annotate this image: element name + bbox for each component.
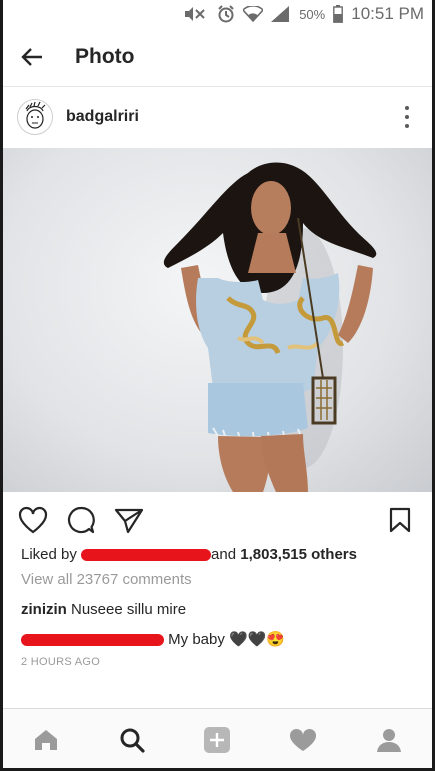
comment-username[interactable]: zinizin [21, 601, 67, 618]
battery-percent: 50% [299, 6, 326, 22]
redacted-username [21, 634, 164, 647]
share-button[interactable] [113, 504, 145, 536]
person-icon [377, 729, 402, 752]
likes-prefix: Liked by [21, 546, 77, 563]
tab-add[interactable] [197, 720, 237, 760]
mute-icon [183, 6, 209, 22]
person-photo [163, 162, 377, 492]
comment-text: My baby [168, 631, 225, 648]
send-icon [114, 508, 144, 534]
save-button[interactable] [384, 504, 416, 536]
tab-profile[interactable] [369, 720, 409, 760]
post-header: badgalriri [3, 88, 432, 146]
likes-line: Liked by and 1,803,515 others [21, 546, 422, 563]
plus-square-icon [204, 727, 231, 753]
bottom-tab-bar [3, 708, 432, 771]
tab-search[interactable] [112, 720, 152, 760]
heart-icon [290, 728, 317, 751]
likes-count[interactable]: 1,803,515 others [240, 546, 357, 563]
wifi-icon [243, 6, 264, 22]
post-photo[interactable] [3, 148, 432, 492]
comment-emoji: 🖤🖤😍 [229, 631, 286, 648]
tab-activity[interactable] [283, 720, 323, 760]
avatar[interactable] [17, 99, 53, 135]
comment-row: zinizin Nuseee sillu mire [21, 601, 186, 618]
alarm-icon [217, 5, 235, 23]
comment-button[interactable] [65, 504, 97, 536]
top-bar: Photo [3, 28, 432, 87]
search-icon [120, 728, 145, 753]
post-timestamp: 2 HOURS AGO [21, 656, 101, 668]
status-bar: 50% 10:51 PM [3, 0, 432, 28]
heart-outline-icon [18, 506, 48, 534]
comment-bubble-icon [67, 506, 95, 534]
signal-icon [271, 6, 291, 22]
home-icon [34, 730, 57, 750]
username[interactable]: badgalriri [66, 108, 139, 126]
battery-icon [333, 5, 344, 23]
post-actions [3, 500, 432, 540]
redacted-username [81, 549, 212, 562]
tab-home[interactable] [26, 720, 66, 760]
back-button[interactable] [21, 46, 43, 68]
more-options-button[interactable] [404, 106, 410, 128]
comment-row: My baby 🖤🖤😍 [21, 630, 285, 648]
bookmark-icon [389, 507, 411, 533]
view-all-comments-link[interactable]: View all 23767 comments [21, 571, 192, 588]
page-title: Photo [75, 45, 135, 68]
like-button[interactable] [17, 504, 49, 536]
arrow-left-icon [21, 48, 42, 66]
clock-time: 10:51 PM [351, 4, 424, 23]
comment-text: Nuseee sillu mire [71, 601, 187, 618]
likes-and: and [211, 546, 237, 563]
more-vertical-icon [405, 106, 409, 110]
